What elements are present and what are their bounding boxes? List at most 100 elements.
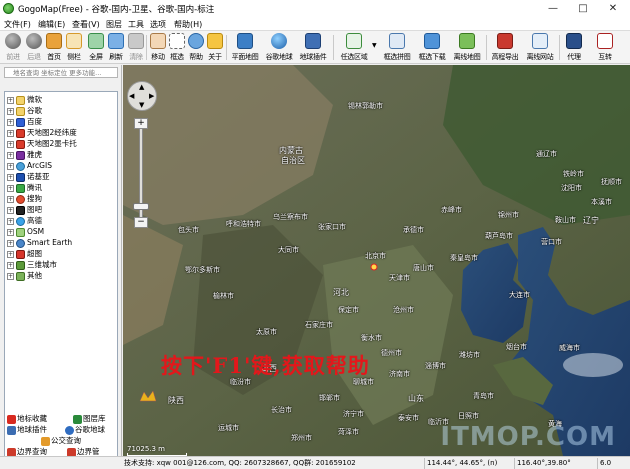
tree-item-supermap[interactable]: + 超图 [7,248,42,259]
mapbar-icon [16,205,25,215]
satellite-map[interactable]: 锡林郭勒市 内蒙古 自治区 赤峰市 通辽市 铁岭市 沈阳市 抚顺市 辽宁 锦州市… [123,65,630,456]
expand-icon[interactable]: + [7,228,14,236]
home-button[interactable]: 首页 [44,32,64,63]
tree-item-sogou[interactable]: + 搜狗 [7,193,42,204]
zoom-in-button[interactable]: + [134,118,148,129]
expand-icon[interactable]: + [7,217,14,225]
tree-item-osm[interactable]: + OSM [7,226,44,237]
expand-icon[interactable]: + [7,239,14,247]
tree-item-tianditu-mercator[interactable]: + 天地图2墨卡托 [7,138,77,149]
tab-google-earth[interactable]: 谷歌地球 [64,425,120,436]
clear-button[interactable]: 清除 [126,32,146,63]
menu-tools[interactable]: 工具 [128,19,144,30]
menu-edit[interactable]: 编辑(E) [38,19,65,30]
globe-icon [65,426,74,435]
tree-item-3d-city[interactable]: + 三维城市 [7,259,57,270]
expand-icon[interactable]: + [7,96,14,104]
offline-site-button[interactable]: 离线网站 [523,32,557,63]
flat-map-button[interactable]: 平面地图 [229,32,261,63]
pan-right-icon[interactable]: ▶ [149,92,154,100]
tab-landmark-favorites[interactable]: 地标收藏 [6,414,62,425]
tree-item-smart-earth[interactable]: + Smart Earth [7,237,72,248]
pan-up-icon[interactable]: ▲ [139,83,144,91]
expand-icon[interactable]: + [7,162,14,170]
map-label: 包头市 [178,226,199,234]
expand-icon[interactable]: + [7,129,14,137]
minimize-button[interactable]: — [538,0,568,17]
menu-options[interactable]: 选项 [150,19,166,30]
tree-item-other[interactable]: + 其他 [7,270,42,281]
expand-icon[interactable]: + [7,184,14,192]
about-button[interactable]: 关于 [205,32,225,63]
tree-item-tianditu-latlng[interactable]: + 天地图2经纬度 [7,127,77,138]
yahoo-icon [16,150,25,160]
google-earth-button[interactable]: 谷歌地球 [263,32,295,63]
tree-item-nokia[interactable]: + 诺基亚 [7,171,50,182]
area-dropdown-icon[interactable]: ▼ [372,42,377,49]
tree-item-google[interactable]: + 谷歌 [7,105,42,116]
tab-bus-query[interactable]: 公交查询 [40,436,90,447]
map-label: 保定市 [338,306,359,314]
sidebar-button[interactable]: 侧栏 [64,32,84,63]
tree-item-microsoft[interactable]: + 微软 [7,94,42,105]
expand-icon[interactable]: + [7,250,14,258]
tree-item-mapbar[interactable]: + 图吧 [7,204,42,215]
map-label: 承德市 [403,226,424,234]
zoom-out-button[interactable]: − [134,217,148,228]
tab-layer-library[interactable]: 图层库 [72,414,120,425]
map-label: 葫芦岛市 [485,232,513,240]
maximize-button[interactable]: □ [568,0,598,17]
menu-layer[interactable]: 图层 [106,19,122,30]
map-source-tree: + 微软 + 谷歌 + 百度 + 天地图2经纬度 + 天地图2墨卡托 + 雅虎 + ArcGI… [4,91,118,469]
offline-map-button[interactable]: 离线地图 [450,32,484,63]
expand-icon[interactable]: + [7,118,14,126]
location-marker-icon[interactable] [369,262,379,272]
pan-down-icon[interactable]: ▼ [139,101,144,109]
pan-control[interactable]: ▲ ◀ ▶ ▼ [127,81,157,111]
tree-item-arcgis[interactable]: + ArcGIS [7,160,52,171]
zoom-slider-thumb[interactable] [133,203,149,210]
expand-icon[interactable]: + [7,272,14,280]
help-button[interactable]: 帮助 [186,32,206,63]
fullscreen-button[interactable]: 全屏 [86,32,106,63]
close-button[interactable]: ✕ [598,0,628,17]
move-button[interactable]: 移动 [148,32,168,63]
expand-icon[interactable]: + [7,140,14,148]
menu-view[interactable]: 查看(V) [72,19,100,30]
map-label: 沈阳市 [561,184,582,192]
tree-item-baidu[interactable]: + 百度 [7,116,42,127]
select-button[interactable]: 框选 [167,32,187,63]
expand-icon[interactable]: + [7,173,14,181]
gogomap-logo-icon [3,3,14,14]
elevation-export-button[interactable]: 高程导出 [488,32,522,63]
expand-icon[interactable]: + [7,195,14,203]
search-input[interactable] [4,67,118,78]
expand-icon[interactable]: + [7,151,14,159]
kml-convert-button[interactable]: 互转 [594,32,616,63]
proxy-button[interactable]: 代理 [563,32,585,63]
tree-item-yahoo[interactable]: + 雅虎 [7,149,42,160]
tree-item-tencent[interactable]: + 腾讯 [7,182,42,193]
expand-icon[interactable]: + [7,261,14,269]
back-button[interactable]: 前进 [3,32,23,63]
supermap-icon [16,249,25,259]
forward-button[interactable]: 后退 [24,32,44,63]
expand-icon[interactable]: + [7,107,14,115]
tab-earth-plugin[interactable]: 地球插件 [6,425,62,436]
draw-download-button[interactable]: 框选下载 [415,32,449,63]
area-select-button[interactable]: 任选区域 [337,32,371,63]
earth-plugin-icon [305,33,321,49]
menu-help[interactable]: 帮助(H) [174,19,202,30]
draw-mosaic-button[interactable]: 框选拼图 [380,32,414,63]
menu-file[interactable]: 文件(F) [4,19,31,30]
expand-icon[interactable]: + [7,206,14,214]
map-label: 抚顺市 [601,178,622,186]
refresh-button[interactable]: 刷新 [106,32,126,63]
map-label: 德州市 [381,349,402,357]
tree-item-amap[interactable]: + 高德 [7,215,42,226]
earth-plugin-button[interactable]: 地球插件 [297,32,329,63]
arcgis-icon [16,161,25,171]
map-label: 济宁市 [343,410,364,418]
folder-icon [16,95,25,105]
pan-left-icon[interactable]: ◀ [129,92,134,100]
